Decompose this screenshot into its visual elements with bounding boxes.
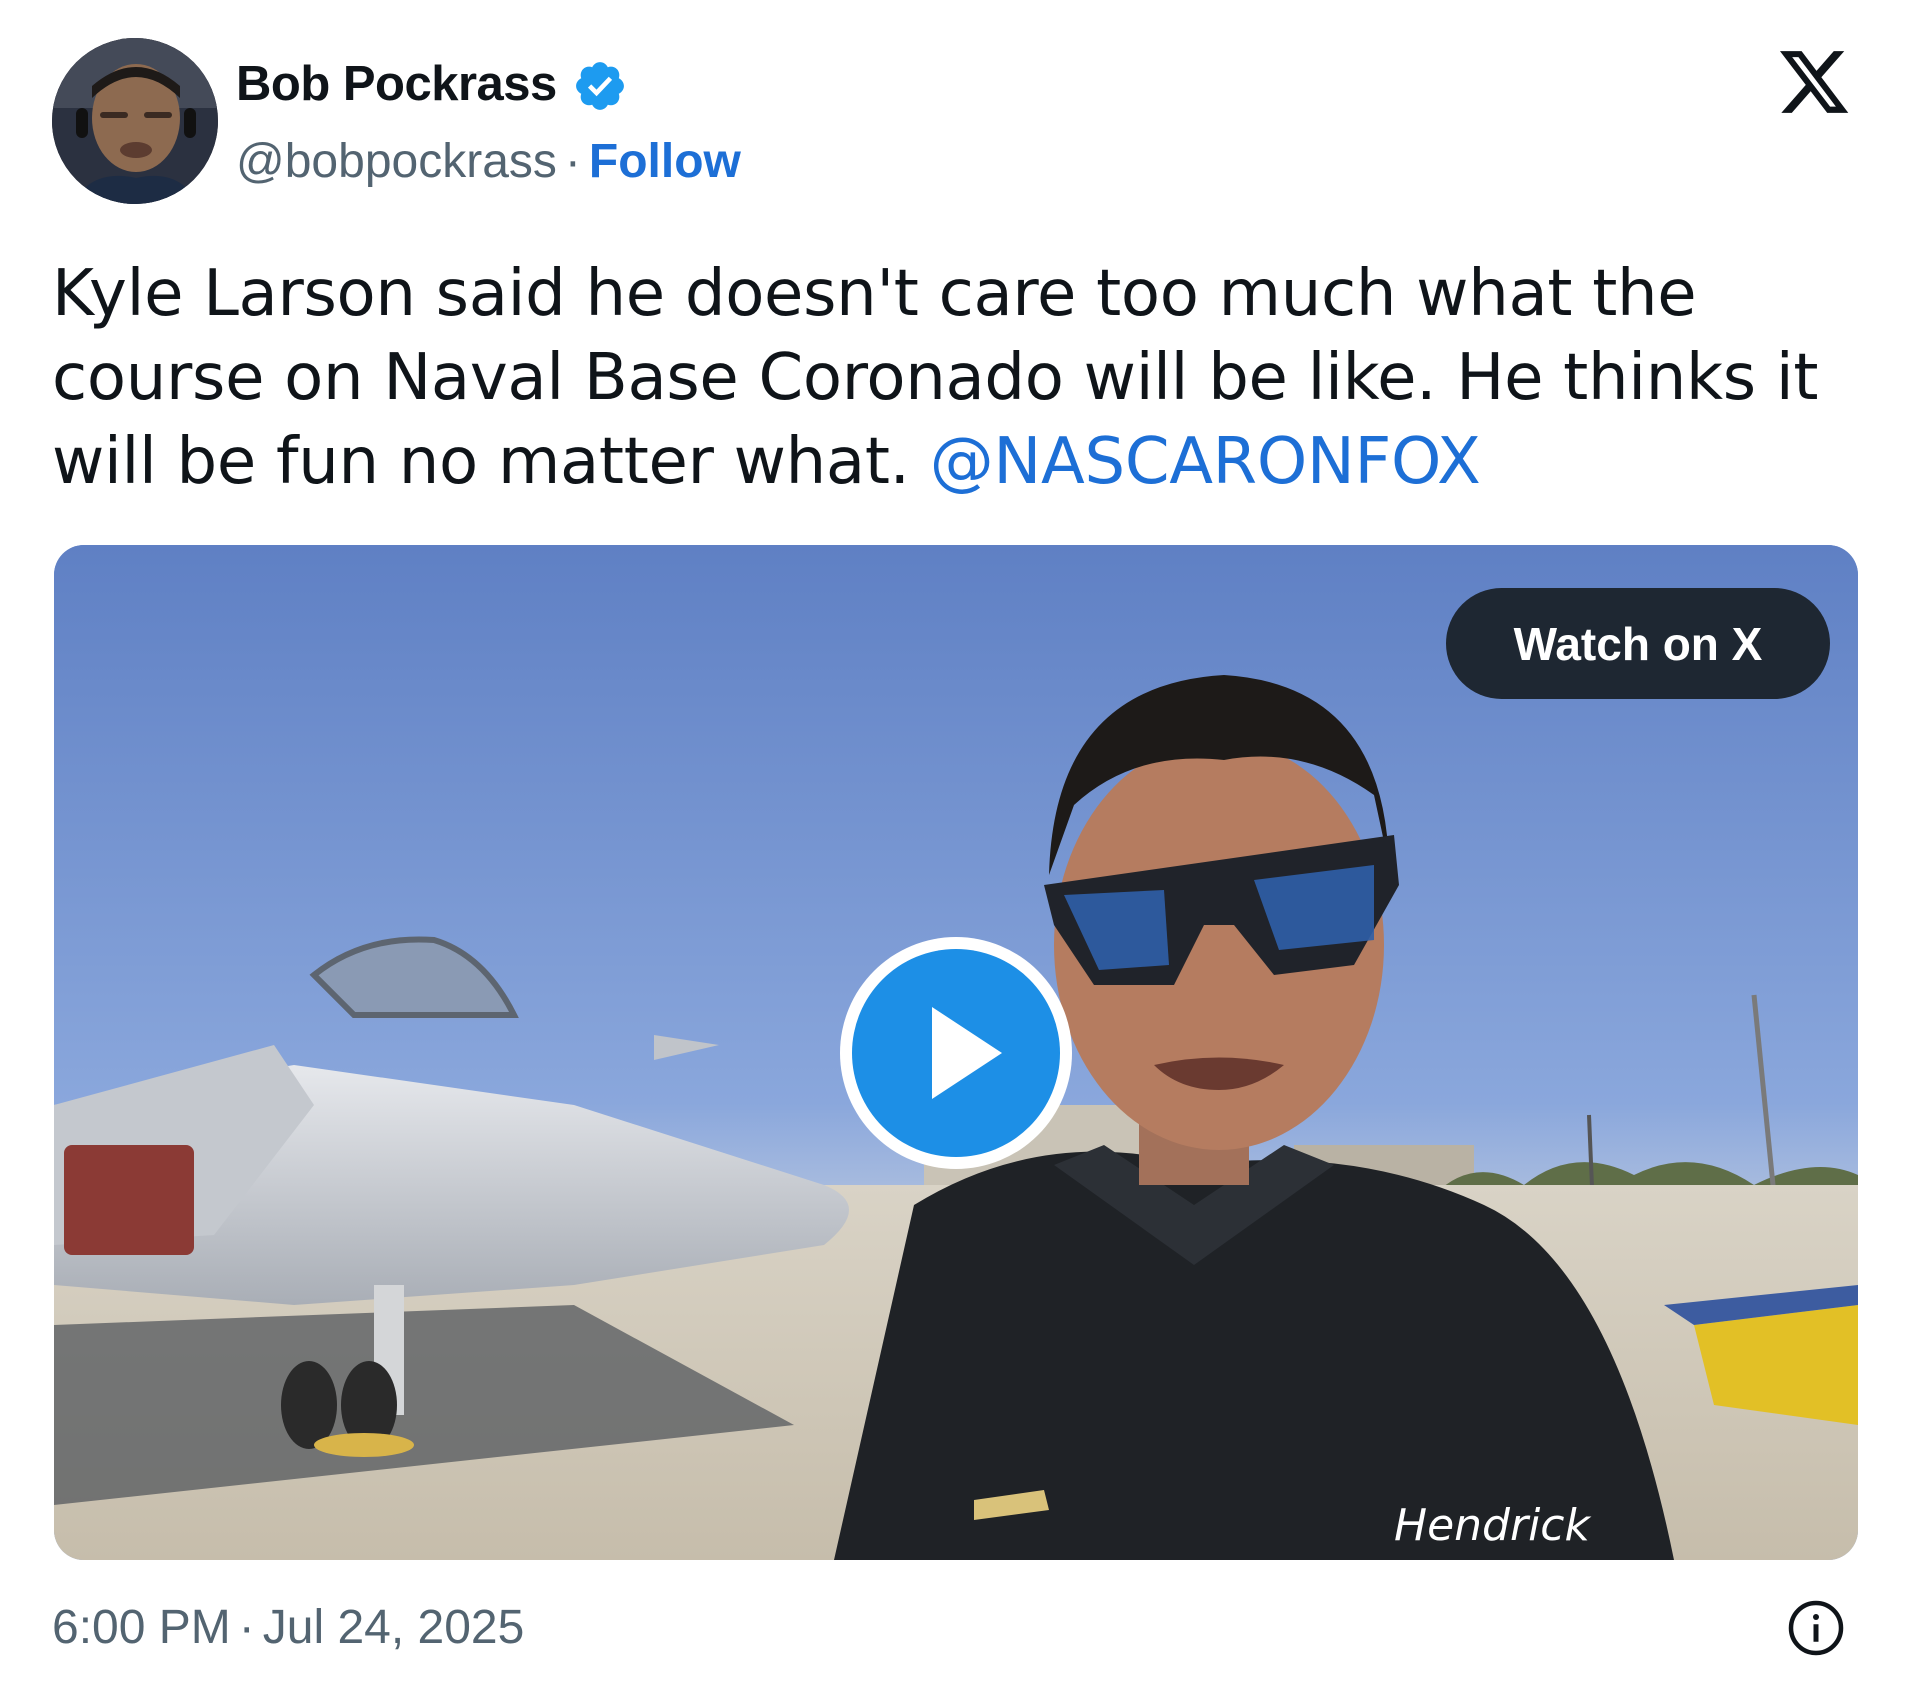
author-avatar[interactable] — [52, 38, 218, 204]
play-button[interactable] — [840, 937, 1072, 1169]
x-logo-icon[interactable] — [1775, 44, 1853, 120]
play-icon — [932, 1007, 1002, 1099]
tweet-embed-card: Bob Pockrass @bobpockrass · Follow Kyle La… — [0, 0, 1920, 1693]
handle-separator: · — [564, 135, 581, 188]
shirt-logo-text: Hendrick — [1394, 1500, 1591, 1551]
tweet-time: 6:00 PM — [52, 1601, 231, 1654]
follow-button[interactable]: Follow — [589, 135, 741, 188]
tweet-text: Kyle Larson said he doesn't care too muc… — [52, 252, 1882, 504]
avatar-portrait — [52, 38, 218, 204]
verified-badge-icon — [576, 62, 624, 110]
author-handle[interactable]: @bobpockrass — [236, 135, 557, 188]
timestamp-separator: · — [238, 1601, 255, 1654]
tweet-timestamp[interactable]: 6:00 PM · Jul 24, 2025 — [52, 1600, 524, 1655]
author-handle-row: @bobpockrass · Follow — [236, 134, 741, 189]
info-icon[interactable] — [1786, 1598, 1846, 1658]
watch-on-x-button[interactable]: Watch on X — [1446, 588, 1830, 699]
play-button-fill — [852, 949, 1060, 1157]
video-thumbnail[interactable]: Hendrick Watch on X — [54, 545, 1858, 1560]
author-name[interactable]: Bob Pockrass — [236, 56, 557, 112]
mention-link[interactable]: @NASCARONFOX — [930, 425, 1481, 499]
tweet-date: Jul 24, 2025 — [262, 1601, 525, 1654]
